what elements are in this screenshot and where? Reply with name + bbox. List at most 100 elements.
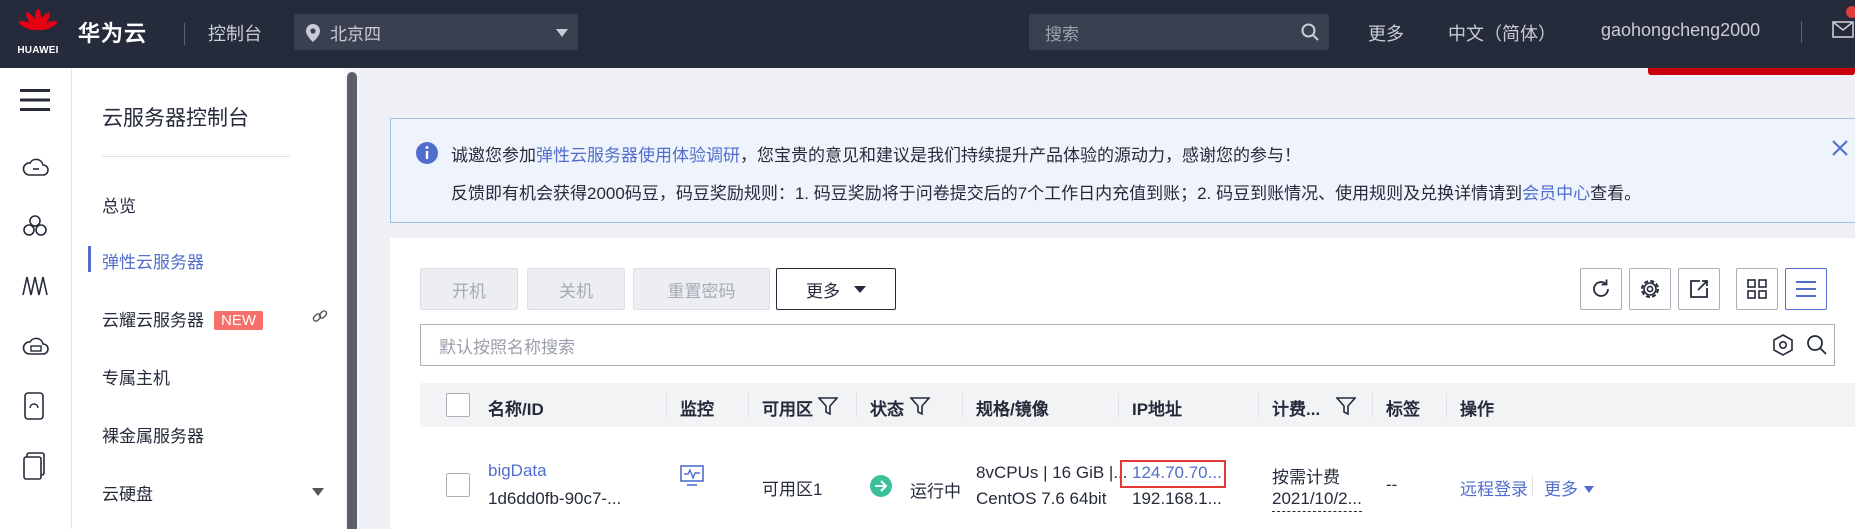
brand-name[interactable]: 华为云 [78,16,147,48]
notice-line-2: 反馈即有机会获得2000码豆，码豆奖励规则：1. 码豆奖励将于问卷提交后的7个工… [451,179,1641,204]
search-settings-icon[interactable] [1772,334,1794,356]
cluster-icon[interactable] [22,214,48,238]
column-header-tags: 标签 [1386,400,1420,419]
cloud-server-icon[interactable] [22,156,50,178]
external-link-icon[interactable] [312,308,328,324]
column-header-status: 状态 [870,400,904,419]
filter-icon[interactable] [818,397,838,415]
more-menu[interactable]: 更多 [1368,20,1404,46]
column-divider [856,393,857,417]
chevron-down-icon[interactable] [312,488,324,496]
survey-notice-banner: 诚邀您参加弹性云服务器使用体验调研，您宝贵的意见和建议是我们持续提升产品体验的源… [390,118,1855,223]
language-selector[interactable]: 中文（简体） [1448,20,1556,46]
column-header-zone: 可用区 [762,400,813,419]
start-button[interactable]: 开机 [420,268,518,310]
column-divider [962,393,963,417]
select-all-checkbox[interactable] [446,393,470,417]
export-button[interactable] [1678,268,1720,310]
region-selector[interactable]: 北京四 [294,14,578,50]
column-header-monitoring: 监控 [680,400,714,419]
notice-text: 查看。 [1590,184,1642,203]
refresh-button[interactable] [1580,268,1622,310]
server-list-card: 开机 关机 重置密码 更多 默认按照名称搜索 名称/ID 监控 可用区 状态 规… [390,238,1855,529]
sidebar-item-label: 云耀云服务器 [102,311,204,330]
close-icon[interactable] [1831,139,1849,157]
column-divider [1258,393,1259,417]
divider [1532,475,1533,495]
console-link[interactable]: 控制台 [208,20,262,46]
billing-date[interactable]: 2021/10/2... [1272,489,1362,512]
server-name-link[interactable]: bigData [488,461,547,481]
chevron-down-icon [1584,486,1594,493]
tags-value: -- [1386,475,1398,494]
promo-accent-bar [1648,68,1855,75]
huawei-logo[interactable]: HUAWEI [14,9,62,59]
image-value: CentOS 7.6 64bit [976,489,1107,508]
grid-view-icon [1747,279,1767,299]
mail-icon[interactable] [1832,21,1854,38]
divider [184,23,185,45]
user-account-menu[interactable]: gaohongcheng2000 [1601,20,1760,41]
new-badge: NEW [214,311,263,330]
files-icon[interactable] [22,452,46,480]
sidebar-item-bms[interactable]: 裸金属服务器 [102,422,204,447]
console-sidebar: 云服务器控制台 总览 弹性云服务器 云耀云服务器 NEW 专属主机 裸金属服务器 … [72,68,345,529]
device-icon[interactable] [22,392,46,420]
network-icon[interactable] [22,274,50,296]
global-search-input[interactable]: 搜索 [1029,14,1329,50]
search-icon[interactable] [1301,23,1319,41]
search-icon[interactable] [1806,334,1828,356]
chevron-down-icon [556,29,568,37]
sidebar-item-hecs[interactable]: 云耀云服务器 NEW [102,306,263,331]
menu-icon[interactable] [20,88,50,112]
survey-link[interactable]: 弹性云服务器使用体验调研 [536,146,740,165]
settings-button[interactable] [1629,268,1671,310]
sidebar-item-evs[interactable]: 云硬盘 [102,480,153,505]
search-placeholder: 搜索 [1045,24,1079,44]
column-header-actions: 操作 [1460,400,1494,419]
spec-value: 8vCPUs | 16 GiB |... [976,463,1128,482]
row-checkbox[interactable] [446,473,470,497]
private-ip-value: 192.168.1... [1132,489,1222,508]
member-center-link[interactable]: 会员中心 [1522,184,1590,203]
notice-text: ，您宝贵的意见和建议是我们持续提升产品体验的源动力，感谢您的参与！ [740,146,1301,165]
row-more-actions[interactable]: 更多 [1544,475,1594,500]
sidebar-item-overview[interactable]: 总览 [102,192,136,217]
service-icon-rail [0,68,72,529]
gear-icon [1641,280,1659,298]
column-header-name: 名称/ID [488,400,544,419]
table-row: bigData 1d6dd0fb-90c7-... 可用区1 运行中 8vCPU… [420,427,1855,529]
column-divider [666,393,667,417]
public-ip-value[interactable]: 124.70.70... [1132,463,1222,483]
remote-login-link[interactable]: 远程登录 [1460,475,1528,500]
reset-password-button[interactable]: 重置密码 [633,268,770,310]
filter-icon[interactable] [1336,397,1356,415]
export-icon [1690,280,1708,298]
top-navigation-bar: HUAWEI 华为云 控制台 北京四 搜索 更多 中文（简体） gaohongc… [0,0,1855,68]
scrollbar-thumb[interactable] [347,72,357,529]
list-view-button[interactable] [1785,268,1827,310]
filter-icon[interactable] [910,397,930,415]
more-actions-button[interactable]: 更多 [776,268,896,310]
monitoring-icon[interactable] [680,465,704,487]
status-value: 运行中 [910,482,961,501]
list-view-icon [1796,281,1816,297]
zone-value: 可用区1 [762,480,823,499]
logo-text: HUAWEI [17,45,59,56]
billing-mode: 按需计费 [1272,468,1340,487]
column-header-ip: IP地址 [1132,400,1183,419]
more-actions-label: 更多 [806,281,840,301]
sidebar-item-ecs[interactable]: 弹性云服务器 [102,248,204,273]
sidebar-item-dedicated-host[interactable]: 专属主机 [102,364,170,389]
stop-button[interactable]: 关机 [527,268,625,310]
column-divider [748,393,749,417]
grid-view-button[interactable] [1736,268,1778,310]
region-label: 北京四 [330,24,381,44]
sidebar-scrollbar[interactable] [345,68,359,529]
notice-line-1: 诚邀您参加弹性云服务器使用体验调研，您宝贵的意见和建议是我们持续提升产品体验的源… [451,141,1301,166]
server-search-input[interactable]: 默认按照名称搜索 [420,324,1835,366]
cloud-storage-icon[interactable] [22,335,50,357]
column-divider [1118,393,1119,417]
location-pin-icon [306,24,320,42]
sidebar-title: 云服务器控制台 [102,107,249,130]
